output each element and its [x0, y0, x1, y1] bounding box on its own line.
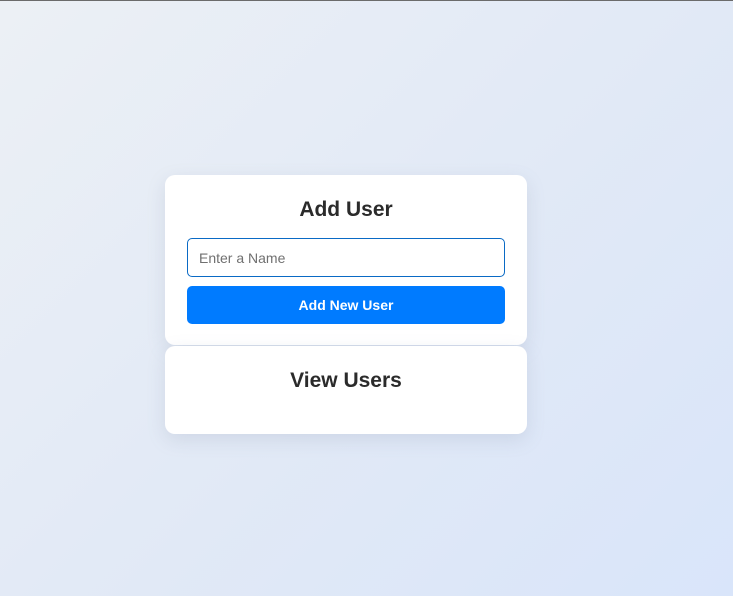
add-user-card: Add User Add New User [165, 175, 527, 345]
view-users-card: View Users [165, 346, 527, 434]
add-user-title: Add User [299, 198, 393, 221]
name-input[interactable] [187, 238, 505, 277]
add-new-user-button[interactable]: Add New User [187, 286, 505, 324]
user-manager: Add User Add New User View Users [165, 175, 527, 434]
view-users-title: View Users [290, 369, 402, 392]
